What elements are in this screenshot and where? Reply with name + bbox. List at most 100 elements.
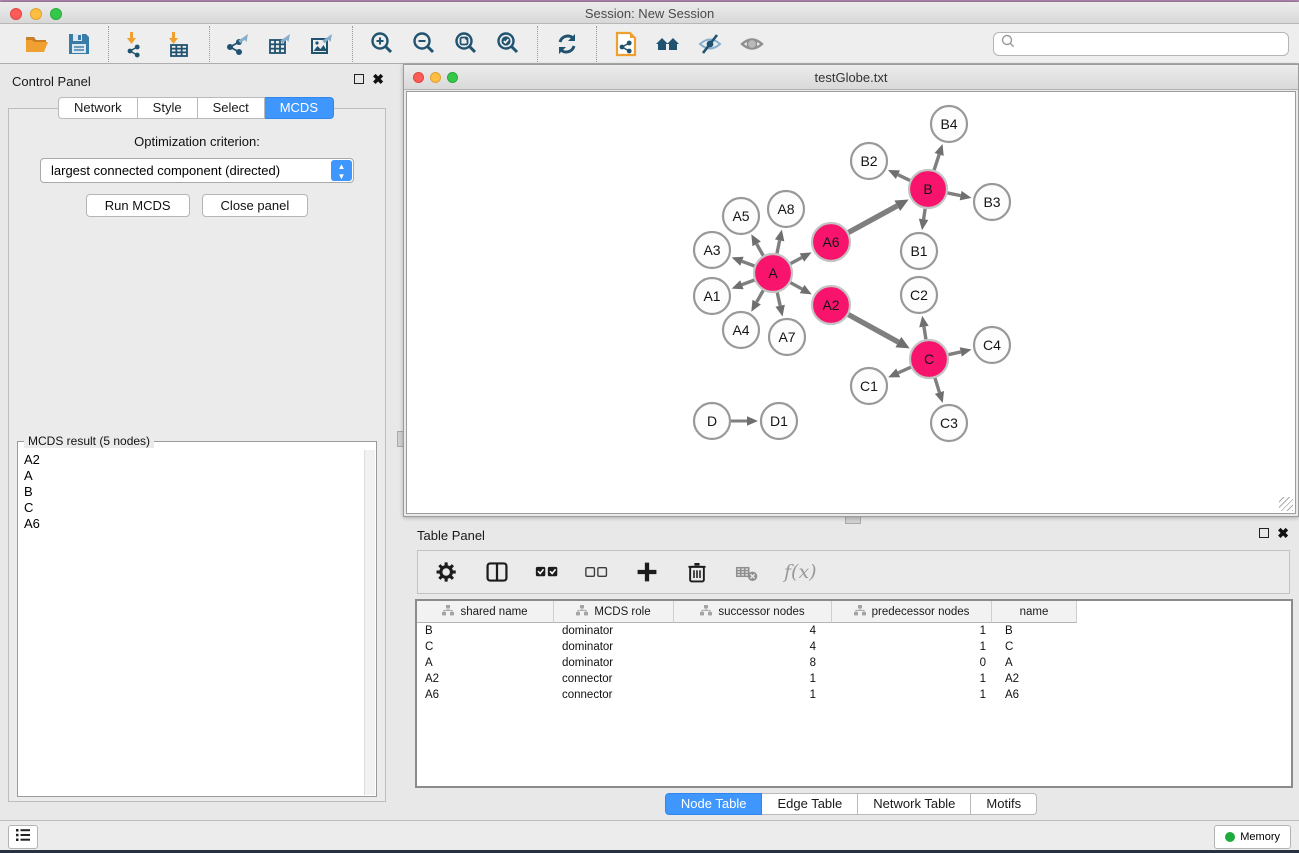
cell-successor-nodes[interactable]: 8 [674,655,832,671]
close-panel-button[interactable]: Close panel [202,194,309,217]
graph-node-A3[interactable]: A3 [694,232,730,268]
run-mcds-button[interactable]: Run MCDS [86,194,190,217]
cell-successor-nodes[interactable]: 1 [674,687,832,703]
export-table-icon[interactable] [266,29,296,59]
save-session-icon[interactable] [64,29,94,59]
tab-edge-table[interactable]: Edge Table [762,793,858,815]
table-row[interactable]: Bdominator41B [417,623,1291,639]
split-view-icon[interactable] [484,559,510,585]
graph-node-A[interactable]: A [754,254,792,292]
result-scrollbar[interactable] [364,450,375,795]
cell-MCDS-role[interactable]: dominator [554,623,674,639]
cell-predecessor-nodes[interactable]: 1 [832,671,992,687]
graph-node-A6[interactable]: A6 [812,223,850,261]
edge-B-B3[interactable] [946,193,961,196]
edge-C-C2[interactable] [924,327,926,342]
edge-A-A6[interactable] [789,258,802,265]
graph-node-A8[interactable]: A8 [768,191,804,227]
home-icon[interactable] [653,29,683,59]
cell-shared-name[interactable]: A [417,655,554,671]
graph-node-A4[interactable]: A4 [723,312,759,348]
settings-icon[interactable] [434,559,460,585]
edge-C-C1[interactable] [898,366,912,372]
add-column-icon[interactable] [634,559,660,585]
import-table-icon[interactable] [165,29,195,59]
cell-successor-nodes[interactable]: 4 [674,639,832,655]
column-header-name[interactable]: name [992,601,1077,623]
cell-shared-name[interactable]: A6 [417,687,554,703]
edge-A-A2[interactable] [789,282,802,289]
network-from-file-icon[interactable] [611,29,641,59]
cell-name[interactable]: C [992,639,1077,655]
graph-node-B3[interactable]: B3 [974,184,1010,220]
tab-node-table[interactable]: Node Table [665,793,763,815]
hide-panel-icon[interactable] [695,29,725,59]
cell-shared-name[interactable]: A2 [417,671,554,687]
refresh-icon[interactable] [552,29,582,59]
edge-A-A1[interactable] [742,279,756,284]
column-header-successor-nodes[interactable]: successor nodes [674,601,832,623]
cell-MCDS-role[interactable]: dominator [554,639,674,655]
graph-node-C3[interactable]: C3 [931,405,967,441]
graph-node-B4[interactable]: B4 [931,106,967,142]
edge-A-A8[interactable] [777,240,780,255]
cell-shared-name[interactable]: B [417,623,554,639]
mcds-result-list[interactable]: A2ABCA6 [19,450,364,795]
cell-predecessor-nodes[interactable]: 1 [832,687,992,703]
cell-name[interactable]: A [992,655,1077,671]
column-header-MCDS-role[interactable]: MCDS role [554,601,674,623]
column-header-shared-name[interactable]: shared name [417,601,554,623]
column-header-predecessor-nodes[interactable]: predecessor nodes [832,601,992,623]
graph-node-A2[interactable]: A2 [812,286,850,324]
memory-button[interactable]: Memory [1214,825,1291,849]
search-box[interactable] [993,32,1289,56]
graph-node-C2[interactable]: C2 [901,277,937,313]
edge-B-B4[interactable] [934,154,940,171]
edge-A-A5[interactable] [757,244,765,257]
export-image-icon[interactable] [308,29,338,59]
edge-A-A7[interactable] [777,291,780,306]
graph-node-D1[interactable]: D1 [761,403,797,439]
cell-MCDS-role[interactable]: connector [554,687,674,703]
cell-successor-nodes[interactable]: 1 [674,671,832,687]
edge-A6-B[interactable] [847,206,897,234]
tab-motifs[interactable]: Motifs [971,793,1037,815]
tab-network-table[interactable]: Network Table [858,793,971,815]
mcds-result-item[interactable]: C [24,500,364,516]
edge-A2-C[interactable] [847,314,899,342]
table-row[interactable]: Cdominator41C [417,639,1291,655]
zoom-selected-icon[interactable] [493,29,523,59]
cell-name[interactable]: B [992,623,1077,639]
graph-node-A7[interactable]: A7 [769,319,805,355]
edge-A-A3[interactable] [742,261,756,266]
search-input[interactable] [1016,37,1288,51]
cell-name[interactable]: A6 [992,687,1077,703]
network-window-titlebar[interactable]: testGlobe.txt [404,65,1298,90]
cell-predecessor-nodes[interactable]: 1 [832,623,992,639]
graph-node-B1[interactable]: B1 [901,233,937,269]
graph-node-D[interactable]: D [694,403,730,439]
tab-mcds[interactable]: MCDS [265,97,334,119]
mcds-result-item[interactable]: B [24,484,364,500]
deselect-all-icon[interactable] [584,559,610,585]
mcds-result-item[interactable]: A [24,468,364,484]
graph-node-C4[interactable]: C4 [974,327,1010,363]
tab-style[interactable]: Style [138,97,198,119]
cell-MCDS-role[interactable]: connector [554,671,674,687]
zoom-in-icon[interactable] [367,29,397,59]
open-session-icon[interactable] [22,29,52,59]
close-panel-icon[interactable]: ✖ [372,74,384,84]
tab-network[interactable]: Network [58,97,138,119]
cell-successor-nodes[interactable]: 4 [674,623,832,639]
zoom-out-icon[interactable] [409,29,439,59]
graph-node-C[interactable]: C [910,340,948,378]
table-row[interactable]: A2connector11A2 [417,671,1291,687]
resize-grip[interactable] [1279,497,1293,511]
criterion-select[interactable]: largest connected component (directed) ▲… [40,158,354,183]
zoom-fit-icon[interactable] [451,29,481,59]
select-all-icon[interactable] [534,559,560,585]
graph-node-A5[interactable]: A5 [723,198,759,234]
tab-select[interactable]: Select [198,97,265,119]
float-table-panel-icon[interactable] [1259,528,1269,538]
float-panel-icon[interactable] [354,74,364,84]
